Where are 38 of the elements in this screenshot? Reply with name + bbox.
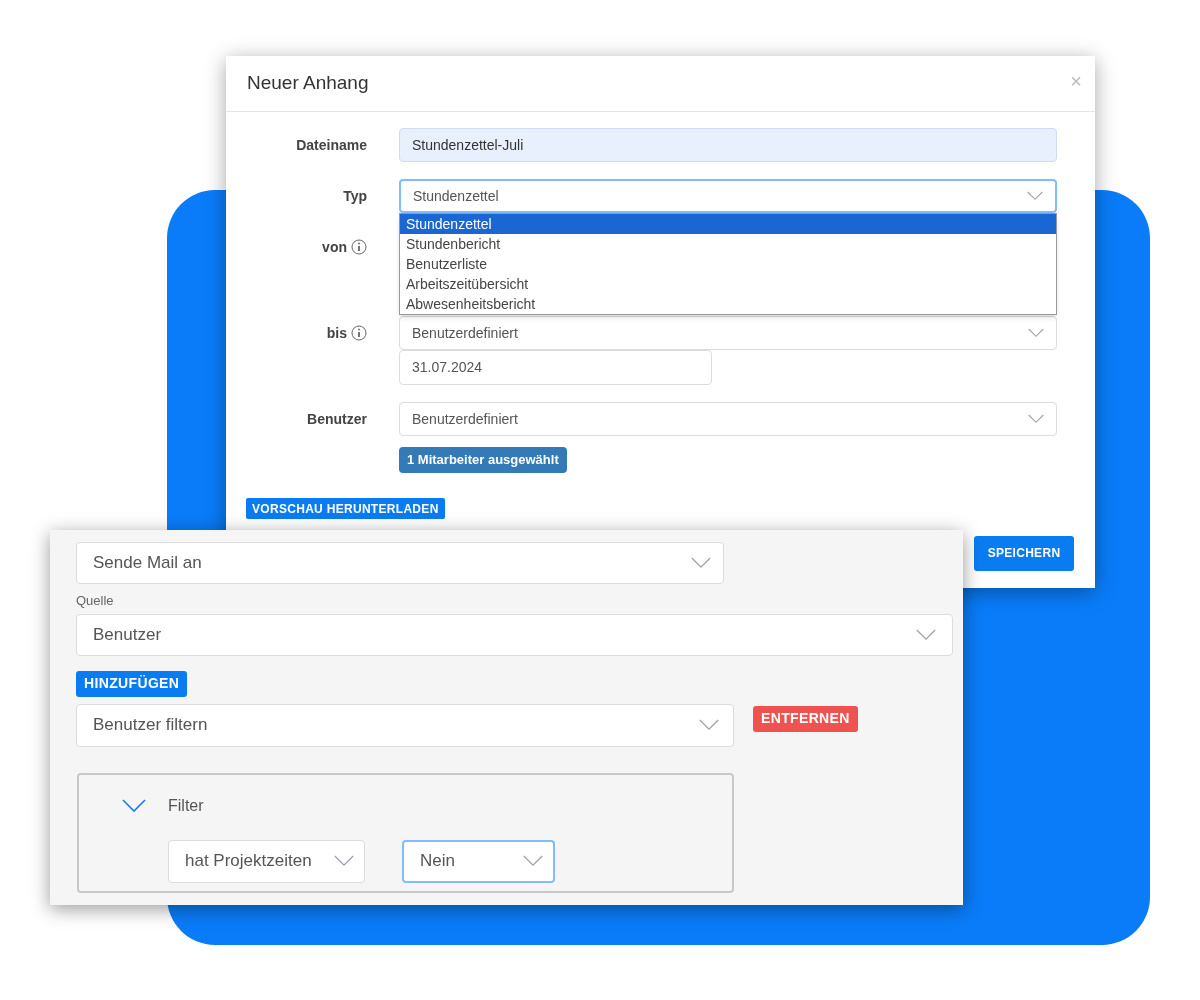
chevron-down-icon [1028,328,1044,338]
field-label: bis [326,323,347,343]
text-field[interactable]: Stundenzettel-Juli [399,128,1057,162]
field-label: Dateiname [296,135,367,155]
chevron-down-icon [121,798,147,813]
chevron-down-icon [334,855,354,867]
select-field[interactable]: Benutzer filtern [76,703,734,747]
select-field[interactable]: Benutzer [76,613,953,656]
dropdown-option[interactable]: Arbeitszeitübersicht [400,274,1056,294]
select-field[interactable]: Sende Mail an [76,542,724,584]
select-field[interactable]: Benutzerdefiniert [399,316,1057,350]
chevron-down-icon [916,628,936,641]
date-field[interactable]: 31.07.2024 [399,350,712,385]
chevron-down-icon [691,557,711,569]
chevron-down-icon [699,719,719,731]
dropdown-option[interactable]: Abwesenheitsbericht [400,294,1056,314]
dropdown-option[interactable]: Benutzerliste [400,254,1056,274]
info-icon[interactable] [351,325,367,341]
chevron-down-icon [1028,414,1044,424]
chevron-down-icon [1027,191,1043,201]
dropdown-option[interactable]: Stundenzettel [400,214,1056,234]
selection-badge[interactable]: 1 Mitarbeiter ausgewählt [399,447,567,473]
save-button[interactable]: SPEICHERN [974,535,1074,571]
select-field[interactable]: Nein [402,839,555,883]
source-label: Quelle [76,592,114,610]
select-field[interactable]: hat Projektzeiten [168,839,365,883]
chevron-down-icon [523,855,543,867]
add-button[interactable]: HINZUFÜGEN [76,670,188,697]
dropdown-option[interactable]: Stundenbericht [400,234,1056,254]
field-label: von [322,237,347,257]
preview-download-button[interactable]: VORSCHAU HERUNTERLADEN [246,498,445,519]
filter-title: Filter [168,795,204,816]
select-field[interactable]: Benutzerdefiniert [399,402,1057,436]
field-label: Typ [343,186,367,206]
dialog-title: Neuer Anhang [247,71,369,96]
select-field[interactable]: Stundenzettel [399,179,1057,213]
info-icon[interactable] [351,239,367,255]
field-label: Benutzer [307,409,367,429]
